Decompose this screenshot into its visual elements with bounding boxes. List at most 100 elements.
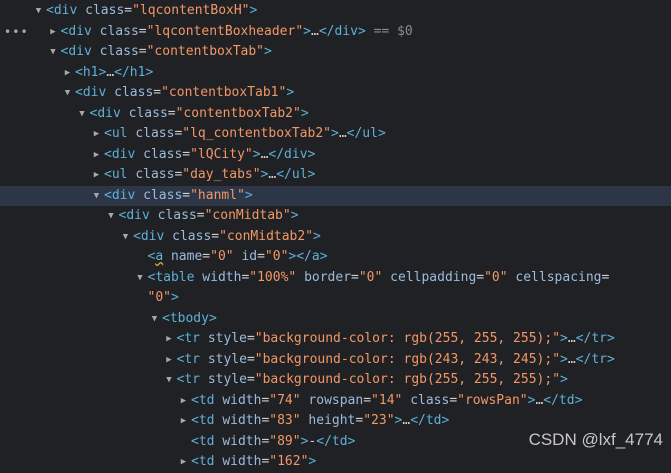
collapsed-ellipsis: … <box>567 351 576 367</box>
tag-name: td <box>198 454 215 469</box>
collapse-triangle-icon[interactable]: ▶ <box>164 329 175 350</box>
dom-node-row[interactable]: ▼ <table width="100%" border="0" cellpadd… <box>0 268 671 289</box>
closing-tag: </div> <box>268 146 316 162</box>
expand-triangle-icon[interactable]: ▼ <box>135 268 146 289</box>
tag-bracket: < <box>191 413 199 428</box>
dom-node-row[interactable]: ▶ <tr style="background-color: rgb(243, 2… <box>0 350 671 371</box>
tag-name: tr <box>184 331 200 346</box>
dom-node-row[interactable]: ▶ <ul class="lq_contentboxTab2">…</ul> <box>0 124 671 145</box>
attr-name: style <box>207 331 247 346</box>
tag-name: div <box>82 85 107 100</box>
tag-bracket: < <box>133 228 141 244</box>
collapse-triangle-icon[interactable]: ▶ <box>178 452 189 473</box>
attr-value: "0" <box>147 290 171 305</box>
dom-node-row[interactable]: ▼ <div class="contentboxTab"> <box>0 42 671 63</box>
tag-bracket: < <box>104 187 112 203</box>
dom-node-row[interactable]: ▼ <div class="lqcontentBoxH"> <box>0 1 671 22</box>
more-actions-icon[interactable]: ••• <box>4 22 29 43</box>
attr-name: width <box>222 454 262 469</box>
node-markup: <tbody> <box>162 309 217 330</box>
dom-node-row[interactable]: <a name="0" id="0"></a> <box>0 247 671 268</box>
tag-bracket: > <box>560 351 568 367</box>
tag-bracket: > <box>249 3 258 18</box>
attr-value: "0" <box>484 269 508 285</box>
attr-equals: = <box>476 269 485 285</box>
tag-bracket: < <box>104 146 112 162</box>
closing-tag: </td> <box>410 413 450 428</box>
attr-name: class <box>114 85 154 100</box>
node-markup: <h1>…</h1> <box>75 63 153 84</box>
attr-equals: = <box>182 187 191 203</box>
collapsed-ellipsis: … <box>567 331 576 346</box>
tag-name: div <box>68 23 92 39</box>
closing-tag: </tr> <box>575 331 615 346</box>
dom-node-row[interactable]: ▶ <div class="lQCity">…</div> <box>0 145 671 166</box>
dom-node-row-selected[interactable]: ▼ <div class="hanml"> <box>0 185 671 207</box>
tag-name: div <box>97 105 121 121</box>
closing-tag: </ul> <box>276 167 316 182</box>
attr-name: class <box>99 23 139 39</box>
dom-node-row[interactable]: ▶ <tr style="background-color: rgb(255, 2… <box>0 329 671 350</box>
dom-node-row[interactable]: ▼ <div class="contentboxTab1"> <box>0 83 671 104</box>
tag-bracket: > <box>264 44 272 59</box>
dom-node-row[interactable]: ▶ <ul class="day_tabs">…</ul> <box>0 165 671 186</box>
expand-triangle-icon[interactable]: ▼ <box>149 309 160 330</box>
attr-equals: = <box>449 392 458 408</box>
attr-value: "conMidtab2" <box>219 228 314 244</box>
node-markup: <td width="83" height="23">…</td> <box>191 411 449 432</box>
dom-node-row[interactable]: ▼ <tr style="background-color: rgb(255, 2… <box>0 370 671 391</box>
expand-triangle-icon[interactable]: ▼ <box>120 227 131 248</box>
expand-triangle-icon[interactable]: ▼ <box>48 42 59 63</box>
closing-tag: </td> <box>316 433 356 449</box>
expand-triangle-icon[interactable]: ▼ <box>164 370 175 391</box>
node-markup: <div class="contentboxTab1"> <box>75 83 294 104</box>
tag-bracket: > <box>170 290 179 305</box>
collapse-triangle-icon[interactable]: ▶ <box>91 124 102 145</box>
attr-name: class <box>410 392 450 408</box>
collapse-triangle-icon[interactable]: ▶ <box>164 350 175 371</box>
node-markup: <ul class="day_tabs">…</ul> <box>104 165 315 186</box>
dom-node-row[interactable]: ▶ <td width="74" rowspan="14" class="rows… <box>0 391 671 412</box>
tag-name: ul <box>111 167 128 182</box>
dom-node-row[interactable]: "0"> <box>0 288 671 309</box>
node-markup: <td width="74" rowspan="14" class="rowsP… <box>191 391 582 412</box>
collapse-triangle-icon[interactable]: ▶ <box>178 391 189 412</box>
expand-triangle-icon[interactable]: ▼ <box>91 186 102 207</box>
attr-name: name <box>170 249 203 264</box>
closing-tag: </tr> <box>575 351 615 367</box>
attr-equals: = <box>167 105 176 121</box>
tag-name: ul <box>111 126 128 141</box>
tag-bracket: < <box>104 167 112 182</box>
attr-value: "background-color: rgb(243, 243, 245);" <box>254 351 561 367</box>
attr-equals: = <box>182 146 191 162</box>
expand-triangle-icon[interactable]: ▼ <box>106 206 117 227</box>
attr-equals: = <box>246 372 255 387</box>
collapse-triangle-icon[interactable]: ▶ <box>178 411 189 432</box>
dom-node-row[interactable]: ▼ <div class="conMidtab2"> <box>0 227 671 248</box>
attr-value: "day_tabs" <box>182 167 261 182</box>
node-markup: <table width="100%" border="0" cellpaddi… <box>148 268 610 289</box>
dom-node-row[interactable]: ▶ <td width="83" height="23">…</td> <box>0 411 671 432</box>
collapse-triangle-icon[interactable]: ▶ <box>91 145 102 166</box>
tag-bracket: > <box>560 372 568 387</box>
dom-node-row[interactable]: ▶ <h1>…</h1> <box>0 63 671 84</box>
dom-node-row[interactable]: ▼ <div class="contentboxTab2"> <box>0 104 671 125</box>
dom-node-row[interactable]: ••• ▶ <div class="lqcontentBoxheader">…</d… <box>0 22 671 43</box>
collapse-triangle-icon[interactable]: ▶ <box>62 63 73 84</box>
expand-triangle-icon[interactable]: ▼ <box>62 83 73 104</box>
node-markup: <div class="lqcontentBoxH"> <box>46 1 257 22</box>
dom-node-row[interactable]: ▼ <tbody> <box>0 309 671 330</box>
collapse-triangle-icon[interactable]: ▶ <box>91 165 102 186</box>
tag-bracket: > <box>208 310 217 326</box>
attr-equals: = <box>124 3 133 18</box>
collapse-triangle-icon[interactable]: ▶ <box>48 22 59 43</box>
attr-equals: = <box>363 392 372 408</box>
tag-bracket: < <box>191 433 199 449</box>
dom-node-row[interactable]: ▶ <td width="162"> <box>0 452 671 473</box>
dom-node-row[interactable]: ▼ <div class="conMidtab"> <box>0 206 671 227</box>
attr-name: cellspacing <box>515 269 602 285</box>
node-markup: <tr style="background-color: rgb(255, 25… <box>177 329 615 350</box>
expand-triangle-icon[interactable]: ▼ <box>33 1 44 22</box>
expand-triangle-icon[interactable]: ▼ <box>77 104 88 125</box>
closing-tag: </h1> <box>114 64 154 80</box>
